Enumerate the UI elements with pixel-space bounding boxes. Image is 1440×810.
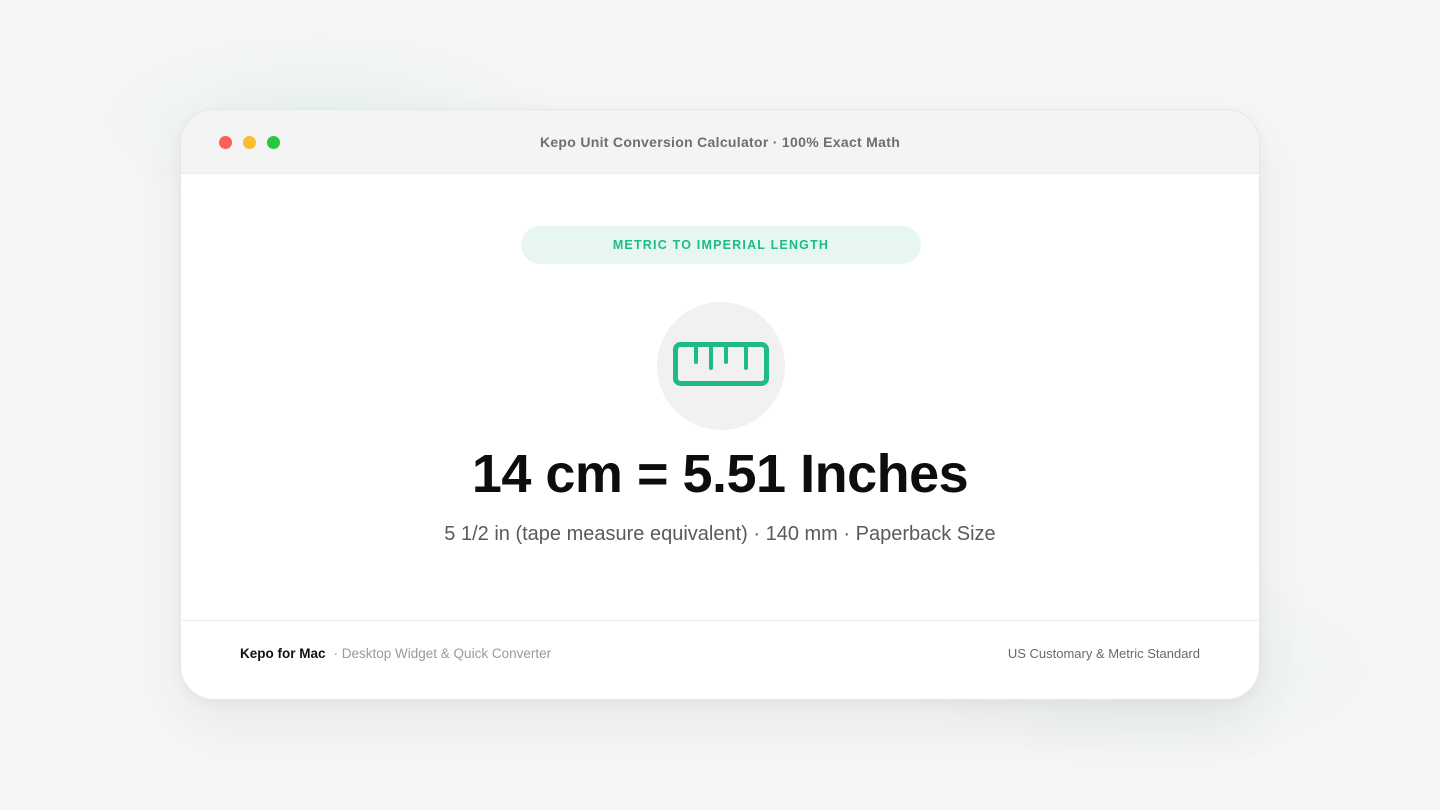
conversion-details: 5 1/2 in (tape measure equivalent) · 140…: [444, 523, 996, 545]
app-window: Kepo Unit Conversion Calculator · 100% E…: [180, 109, 1260, 700]
category-badge: METRIC TO IMPERIAL LENGTH: [521, 226, 921, 264]
brand-tagline: · Desktop Widget & Quick Converter: [333, 646, 552, 661]
icon-container: [657, 302, 785, 430]
conversion-result: 14 cm = 5.51 Inches: [471, 444, 969, 504]
title-bar: Kepo Unit Conversion Calculator · 100% E…: [181, 110, 1259, 174]
ruler-icon: [673, 342, 769, 386]
footer-brand-area: Kepo for Mac · Desktop Widget & Quick Con…: [240, 621, 551, 687]
standard-label: US Customary & Metric Standard: [1007, 646, 1200, 661]
window-title: Kepo Unit Conversion Calculator · 100% E…: [539, 134, 901, 150]
brand-name: Kepo for Mac: [240, 646, 326, 661]
footer: Kepo for Mac · Desktop Widget & Quick Con…: [181, 620, 1259, 699]
